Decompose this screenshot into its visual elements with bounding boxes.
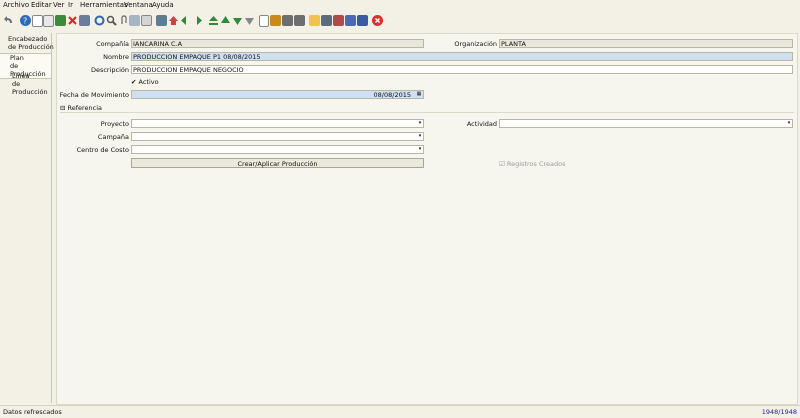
section-divider — [60, 112, 794, 113]
cost-center-field[interactable]: ▾ — [131, 145, 424, 154]
project-field[interactable]: ▾ — [131, 119, 424, 128]
records-created-checkbox[interactable]: ☑ Registros Creados — [499, 160, 566, 168]
tab-linea[interactable]: Línea de Producción — [0, 72, 51, 96]
chevron-down-icon[interactable]: ▾ — [417, 146, 423, 153]
workflow-icon[interactable] — [333, 15, 344, 26]
records-created-label: Registros Creados — [506, 160, 566, 168]
activity-label: Actividad — [466, 120, 497, 128]
menu-ir[interactable]: Ir — [68, 1, 73, 9]
calendar-icon[interactable]: ▦ — [415, 91, 423, 98]
tab-encabezado-label-1: Encabezado — [8, 35, 48, 43]
tab-encabezado-label-2: de Producción — [8, 43, 54, 51]
date-label: Fecha de Movimiento — [59, 91, 129, 99]
date-value: 08/08/2015 — [373, 91, 411, 99]
active-checkbox[interactable]: ✔ Activo — [131, 78, 159, 86]
help-icon[interactable]: ? — [20, 15, 31, 26]
menu-bar: Archivo Editar Ver Ir Herramientas Venta… — [0, 0, 800, 11]
menu-editar[interactable]: Editar — [31, 1, 52, 9]
tab-encabezado[interactable]: Encabezado de Producción — [8, 35, 59, 51]
copy-icon[interactable] — [43, 15, 54, 27]
info-icon[interactable] — [357, 15, 368, 26]
tab-sidebar: Encabezado de Producción Plan de Producc… — [0, 33, 54, 403]
create-production-button[interactable]: Crear/Aplicar Producción — [131, 158, 424, 168]
cost-center-label: Centro de Costo — [76, 146, 129, 154]
name-label: Nombre — [103, 53, 129, 61]
reference-group[interactable]: ⊟ Referencia — [60, 104, 102, 112]
exit-icon[interactable] — [372, 15, 383, 26]
new-icon[interactable] — [32, 15, 43, 27]
campaign-field[interactable]: ▾ — [131, 132, 424, 141]
archive-icon[interactable] — [141, 15, 152, 26]
archive-doc-icon[interactable] — [345, 15, 356, 26]
company-label: Compañía — [96, 40, 129, 48]
print-preview-icon[interactable] — [259, 15, 269, 27]
last-icon[interactable] — [208, 15, 219, 26]
tab-plan-label-1: Plan — [10, 54, 24, 62]
org-field[interactable]: PLANTA — [499, 39, 793, 48]
company-field[interactable]: IANCARINA C.A — [131, 39, 424, 48]
detail-icon[interactable] — [232, 15, 243, 26]
attachment-icon[interactable] — [118, 15, 129, 26]
chevron-down-icon[interactable]: ▾ — [786, 120, 792, 127]
save-icon[interactable] — [55, 15, 66, 26]
product-icon[interactable] — [321, 15, 332, 26]
form-panel: Compañía IANCARINA C.A Organización PLAN… — [56, 33, 798, 405]
lock-icon[interactable] — [309, 15, 320, 26]
chevron-down-icon[interactable]: ▾ — [417, 120, 423, 127]
status-bar: Datos refrescados 1948/1948 — [0, 405, 800, 418]
next-icon[interactable] — [192, 15, 203, 26]
status-message: Datos refrescados — [3, 408, 62, 416]
description-field[interactable]: PRODUCCION EMPAQUE NEGOCIO — [131, 65, 793, 74]
undo-icon[interactable] — [4, 15, 15, 26]
previous-icon[interactable] — [180, 15, 191, 26]
chevron-down-icon[interactable]: ▾ — [417, 133, 423, 140]
delete-icon[interactable] — [67, 15, 78, 26]
menu-ayuda[interactable]: Ayuda — [152, 1, 174, 9]
date-field[interactable]: 08/08/2015 ▦ — [131, 90, 424, 99]
menu-ventana[interactable]: Ventana — [124, 1, 153, 9]
org-label: Organización — [454, 40, 497, 48]
report-icon[interactable] — [156, 15, 167, 26]
active-label: Activo — [138, 78, 159, 86]
project-label: Proyecto — [100, 120, 129, 128]
activity-field[interactable]: ▾ — [499, 119, 793, 128]
history-icon[interactable] — [129, 15, 140, 26]
menu-archivo[interactable]: Archivo — [3, 1, 29, 9]
parent-icon[interactable] — [220, 15, 231, 26]
toolbar: ? — [0, 11, 800, 31]
refresh-icon[interactable] — [94, 15, 105, 26]
tab-linea-label-2: de Producción — [12, 80, 48, 96]
print-icon[interactable] — [270, 15, 281, 26]
find-icon[interactable] — [79, 15, 90, 26]
zoom-icon[interactable] — [106, 15, 117, 26]
menu-herramientas[interactable]: Herramientas — [80, 1, 128, 9]
reference-label: Referencia — [67, 104, 103, 112]
menu-ver[interactable]: Ver — [53, 1, 64, 9]
tab-linea-label-1: Línea — [12, 72, 30, 80]
chat-icon[interactable] — [282, 15, 293, 26]
multi-icon[interactable] — [244, 15, 255, 26]
svg-text:?: ? — [23, 17, 27, 26]
name-field[interactable]: PRODUCCION EMPAQUE P1 08/08/2015 — [131, 52, 793, 61]
request-icon[interactable] — [294, 15, 305, 26]
campaign-label: Campaña — [97, 133, 129, 141]
description-label: Descripción — [90, 66, 129, 74]
first-icon[interactable] — [168, 15, 179, 26]
record-counter: 1948/1948 — [761, 408, 797, 416]
